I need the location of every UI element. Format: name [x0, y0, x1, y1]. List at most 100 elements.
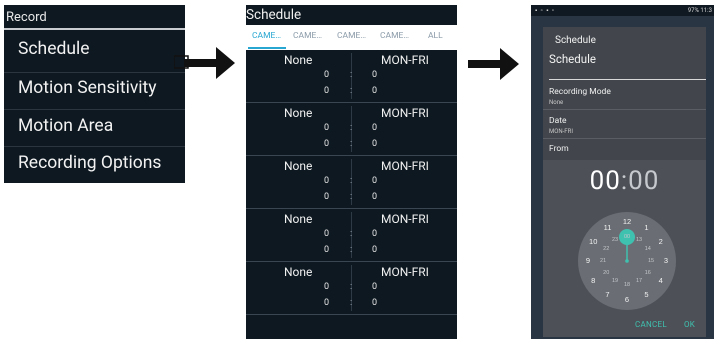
schedule-row[interactable]: None MON-FRI 0 : 0 0 : 0: [246, 51, 457, 103]
row-divider: [246, 102, 457, 103]
clock-hour-inner[interactable]: 13: [631, 237, 647, 243]
start-minute: 0: [372, 70, 378, 80]
clock-hour-outer[interactable]: 10: [585, 237, 601, 246]
clock-hour-outer[interactable]: 3: [658, 256, 674, 265]
menu-item-recording-options[interactable]: Recording Options: [18, 153, 161, 173]
time-separator: :: [350, 298, 353, 308]
schedule-row[interactable]: None MON-FRI 0 : 0 0 : 0: [246, 104, 457, 156]
start-minute: 0: [372, 282, 378, 292]
battery-time: 97% 11:3: [687, 7, 712, 14]
clock-hour-outer[interactable]: 7: [600, 290, 616, 299]
start-hour: 0: [324, 282, 330, 292]
time-separator: :: [350, 139, 353, 149]
tab-camera-3[interactable]: CAME…: [337, 31, 366, 41]
clock-hour-outer[interactable]: 2: [653, 237, 669, 246]
from-field[interactable]: From: [543, 140, 706, 159]
clock-hour-outer[interactable]: 9: [580, 256, 596, 265]
end-minute: 0: [372, 298, 378, 308]
page-title: Schedule: [246, 7, 302, 23]
row-divider: [246, 208, 457, 209]
recording-mode: None: [284, 212, 313, 226]
minute-display[interactable]: 00: [628, 166, 659, 196]
clock-hour-outer[interactable]: 6: [619, 295, 635, 304]
clock-hour-inner[interactable]: 14: [640, 246, 656, 252]
clock-hour-outer[interactable]: 8: [585, 276, 601, 285]
time-separator: :: [350, 123, 353, 133]
row-divider: [246, 155, 457, 156]
clock-hour-inner[interactable]: 15: [643, 258, 659, 264]
clock-hour-inner[interactable]: 20: [598, 270, 614, 276]
end-minute: 0: [372, 245, 378, 255]
clock-hour-inner[interactable]: 16: [640, 270, 656, 276]
recording-mode-value: None: [549, 99, 564, 106]
time-separator: :: [350, 192, 353, 202]
time-separator: :: [350, 282, 353, 292]
schedule-row[interactable]: None MON-FRI 0 : 0 0 : 0: [246, 157, 457, 209]
start-minute: 0: [372, 229, 378, 239]
end-minute: 0: [372, 139, 378, 149]
start-hour: 0: [324, 176, 330, 186]
tab-all[interactable]: ALL: [428, 31, 443, 41]
end-hour: 0: [324, 245, 330, 255]
tab-camera-2[interactable]: CAME…: [293, 31, 322, 41]
ok-button[interactable]: OK: [684, 320, 695, 329]
tab-camera-4[interactable]: CAME…: [380, 31, 409, 41]
start-minute: 0: [372, 176, 378, 186]
schedule-dialog: Schedule Schedule Recording Mode None Da…: [543, 27, 706, 337]
start-hour: 0: [324, 123, 330, 133]
notification-icons: ▪ ▫ ▪ ▫: [535, 7, 555, 14]
schedule-list-panel: Schedule CAME… CAME… CAME… CAME… ALL Non…: [246, 5, 457, 339]
title-underline: [549, 79, 706, 80]
schedule-days: MON-FRI: [381, 106, 429, 120]
menu-divider: [4, 109, 185, 110]
end-minute: 0: [372, 86, 378, 96]
clock-hour-outer[interactable]: 5: [639, 290, 655, 299]
schedule-edit-panel: ▪ ▫ ▪ ▫ 97% 11:3 Schedule Schedule Recor…: [531, 5, 714, 339]
recording-mode: None: [284, 106, 313, 120]
menu-item-schedule[interactable]: Schedule: [18, 39, 90, 59]
clock-face[interactable]: 12 1 2 3 4 5 6 7 8 9 10 11 00 13 14 15 16 17 18 19 20 21 22 23: [578, 212, 676, 310]
dialog-subtitle: Schedule: [549, 52, 596, 66]
recording-mode-field[interactable]: Recording Mode None: [543, 82, 706, 110]
tab-camera-1[interactable]: CAME…: [252, 31, 281, 41]
schedule-days: MON-FRI: [381, 53, 429, 67]
schedule-row[interactable]: None MON-FRI 0 : 0 0 : 0: [246, 263, 457, 315]
schedule-days: MON-FRI: [381, 212, 429, 226]
clock-hour-inner[interactable]: 23: [607, 237, 623, 243]
menu-divider: [4, 72, 185, 73]
recording-mode: None: [284, 53, 313, 67]
clock-hour-outer[interactable]: 12: [619, 217, 635, 226]
time-separator: :: [350, 229, 353, 239]
record-header: Record: [6, 10, 47, 25]
arrow-right-icon: [174, 47, 235, 79]
date-label: Date: [549, 116, 567, 126]
recording-mode-label: Recording Mode: [549, 87, 611, 97]
row-divider: [246, 314, 457, 315]
clock-hour-outer[interactable]: 1: [639, 223, 655, 232]
clock-hour-outer[interactable]: 4: [653, 276, 669, 285]
menu-divider: [4, 146, 185, 147]
end-hour: 0: [324, 86, 330, 96]
clock-hour-inner[interactable]: 21: [595, 258, 611, 264]
date-field[interactable]: Date MON-FRI: [543, 111, 706, 139]
recording-mode: None: [284, 159, 313, 173]
start-hour: 0: [324, 229, 330, 239]
from-label: From: [549, 144, 569, 154]
date-value: MON-FRI: [549, 128, 573, 135]
end-hour: 0: [324, 139, 330, 149]
clock-hour-inner[interactable]: 22: [598, 246, 614, 252]
schedule-row[interactable]: None MON-FRI 0 : 0 0 : 0: [246, 210, 457, 262]
menu-item-motion-area[interactable]: Motion Area: [18, 116, 113, 136]
start-minute: 0: [372, 123, 378, 133]
hour-display[interactable]: 00: [590, 166, 621, 196]
camera-tab-bar: CAME… CAME… CAME… CAME… ALL: [246, 25, 457, 50]
clock-hour-inner[interactable]: 19: [607, 278, 623, 284]
menu-item-motion-sensitivity[interactable]: Motion Sensitivity: [18, 78, 157, 98]
end-hour: 0: [324, 192, 330, 202]
cancel-button[interactable]: CANCEL: [635, 320, 667, 329]
clock-center-dot: [625, 259, 629, 263]
clock-hour-outer[interactable]: 11: [600, 223, 616, 232]
row-divider: [246, 261, 457, 262]
recording-mode: None: [284, 265, 313, 279]
schedule-days: MON-FRI: [381, 265, 429, 279]
